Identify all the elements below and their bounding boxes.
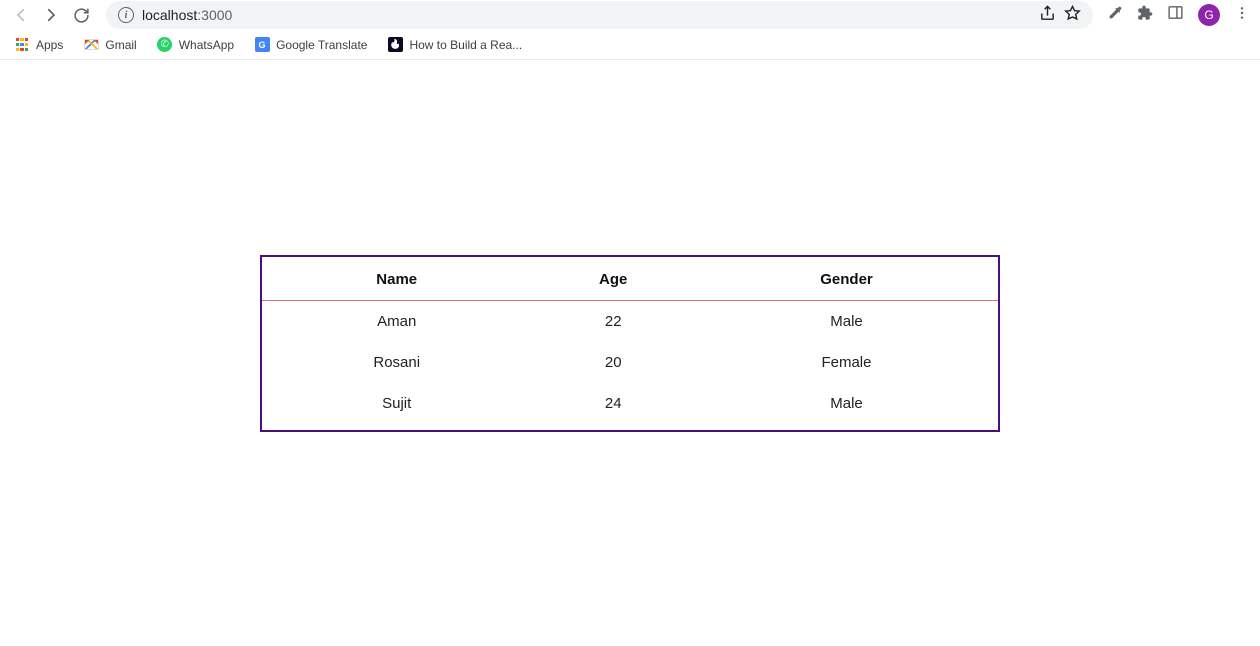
browser-toolbar: i localhost:3000 G — [0, 0, 1260, 30]
cell-age: 22 — [531, 301, 695, 343]
gmail-icon — [83, 37, 99, 53]
url-text: localhost:3000 — [142, 7, 232, 23]
bookmark-label: Gmail — [105, 38, 136, 52]
bookmark-label: Google Translate — [276, 38, 367, 52]
back-button[interactable] — [10, 4, 32, 26]
sidepanel-icon[interactable] — [1167, 4, 1184, 26]
site-info-icon[interactable]: i — [118, 7, 134, 23]
cell-name: Rosani — [262, 342, 531, 383]
cell-name: Sujit — [262, 383, 531, 424]
cell-gender: Female — [695, 342, 998, 383]
reload-button[interactable] — [70, 4, 92, 26]
share-icon[interactable] — [1039, 5, 1056, 25]
address-bar[interactable]: i localhost:3000 — [106, 1, 1093, 29]
cell-age: 24 — [531, 383, 695, 424]
col-header-gender: Gender — [695, 257, 998, 301]
extensions-icon[interactable] — [1137, 5, 1153, 26]
profile-avatar[interactable]: G — [1198, 4, 1220, 26]
toolbar-right: G — [1107, 4, 1250, 26]
bookmark-gmail[interactable]: Gmail — [83, 37, 136, 53]
cell-gender: Male — [695, 301, 998, 343]
apps-icon — [14, 37, 30, 53]
bookmark-label: Apps — [36, 38, 63, 52]
cell-gender: Male — [695, 383, 998, 424]
col-header-name: Name — [262, 257, 531, 301]
data-table: Name Age Gender Aman 22 Male Rosani 20 F… — [262, 257, 998, 424]
table-row: Aman 22 Male — [262, 301, 998, 343]
page-content: Name Age Gender Aman 22 Male Rosani 20 F… — [0, 60, 1260, 432]
eyedropper-icon[interactable] — [1107, 5, 1123, 26]
cell-name: Aman — [262, 301, 531, 343]
bookmark-apps[interactable]: Apps — [14, 37, 63, 53]
bookmarks-bar: Apps Gmail WhatsApp Google Translate How… — [0, 30, 1260, 60]
data-table-container: Name Age Gender Aman 22 Male Rosani 20 F… — [260, 255, 1000, 432]
freecodecamp-icon — [387, 37, 403, 53]
bookmark-how-to-build[interactable]: How to Build a Rea... — [387, 37, 522, 53]
table-header-row: Name Age Gender — [262, 257, 998, 301]
table-row: Sujit 24 Male — [262, 383, 998, 424]
bookmark-label: How to Build a Rea... — [409, 38, 522, 52]
menu-icon[interactable] — [1234, 5, 1250, 26]
bookmark-label: WhatsApp — [179, 38, 234, 52]
forward-button[interactable] — [40, 4, 62, 26]
table-row: Rosani 20 Female — [262, 342, 998, 383]
col-header-age: Age — [531, 257, 695, 301]
bookmark-whatsapp[interactable]: WhatsApp — [157, 37, 234, 53]
google-translate-icon — [254, 37, 270, 53]
whatsapp-icon — [157, 37, 173, 53]
bookmark-google-translate[interactable]: Google Translate — [254, 37, 367, 53]
cell-age: 20 — [531, 342, 695, 383]
bookmark-star-icon[interactable] — [1064, 5, 1081, 25]
